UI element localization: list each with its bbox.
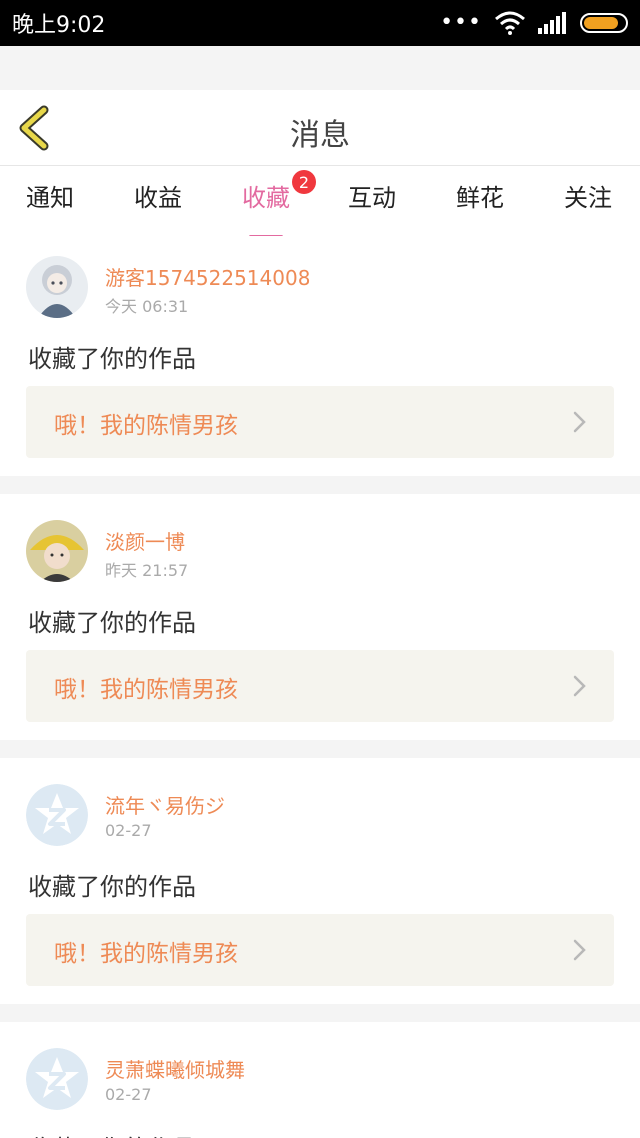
tab-label: 鲜花	[456, 184, 504, 212]
work-link[interactable]: 哦！我的陈情男孩	[26, 914, 614, 986]
tab-earnings[interactable]: 收益	[134, 178, 182, 222]
timestamp: 02-27	[105, 1085, 152, 1104]
action-text: 收藏了你的作品	[28, 1129, 196, 1138]
status-time: 晚上9:02	[12, 13, 106, 38]
work-title: 哦！我的陈情男孩	[54, 941, 238, 967]
timestamp: 02-27	[105, 821, 152, 840]
chevron-right-icon	[573, 675, 586, 697]
tab-follows[interactable]: 关注	[564, 178, 612, 222]
tab-label: 通知	[26, 184, 74, 212]
message-card: 灵萧蝶曦倾城舞 02-27 收藏了你的作品	[0, 1022, 640, 1138]
work-link[interactable]: 哦！我的陈情男孩	[26, 386, 614, 458]
battery-level	[584, 17, 618, 29]
tab-flowers[interactable]: 鲜花	[456, 178, 504, 222]
work-link[interactable]: 哦！我的陈情男孩	[26, 650, 614, 722]
message-card: 流年ヾ易伤ジ 02-27 收藏了你的作品 哦！我的陈情男孩	[0, 758, 640, 1004]
action-text: 收藏了你的作品	[28, 345, 196, 373]
tab-favorites[interactable]: 收藏 2	[242, 170, 316, 238]
message-card: 淡颜一博 昨天 21:57 收藏了你的作品 哦！我的陈情男孩	[0, 494, 640, 740]
status-icons: •••	[440, 11, 628, 35]
action-text: 收藏了你的作品	[28, 609, 196, 637]
tab-label: 收益	[134, 184, 182, 212]
wifi-icon	[495, 11, 525, 35]
tab-label: 关注	[564, 184, 612, 212]
avatar[interactable]	[26, 784, 88, 846]
username[interactable]: 淡颜一博	[105, 526, 185, 555]
signal-icon	[538, 12, 566, 34]
chevron-right-icon	[573, 939, 586, 961]
username[interactable]: 灵萧蝶曦倾城舞	[105, 1054, 245, 1083]
header: 消息	[0, 90, 640, 166]
photo-avatar-icon	[26, 520, 88, 582]
qzone-default-avatar-icon	[26, 784, 88, 846]
username[interactable]: 流年ヾ易伤ジ	[105, 790, 225, 819]
tab-label: 收藏	[242, 184, 290, 212]
tab-bar: 通知 收益 收藏 2 互动 鲜花 关注	[0, 166, 640, 238]
tab-label: 互动	[348, 184, 396, 212]
action-text: 收藏了你的作品	[28, 873, 196, 901]
qzone-default-avatar-icon	[26, 1048, 88, 1110]
timestamp: 昨天 21:57	[105, 561, 189, 580]
more-dots-icon: •••	[440, 10, 482, 35]
battery-icon	[580, 13, 628, 33]
unread-badge: 2	[292, 170, 316, 194]
avatar[interactable]	[26, 1048, 88, 1110]
tab-notifications[interactable]: 通知	[26, 178, 74, 222]
avatar[interactable]	[26, 256, 88, 318]
chevron-right-icon	[573, 411, 586, 433]
username[interactable]: 游客1574522514008	[105, 262, 310, 291]
page-title: 消息	[290, 118, 350, 153]
anime-girl-avatar-icon	[26, 256, 88, 318]
tab-interactions[interactable]: 互动	[348, 178, 396, 222]
status-bar: 晚上9:02 •••	[0, 0, 640, 46]
top-spacer	[0, 46, 640, 90]
avatar[interactable]	[26, 520, 88, 582]
work-title: 哦！我的陈情男孩	[54, 677, 238, 703]
message-card: 游客1574522514008 今天 06:31 收藏了你的作品 哦！我的陈情男…	[0, 236, 640, 476]
timestamp: 今天 06:31	[105, 297, 189, 316]
work-title: 哦！我的陈情男孩	[54, 413, 238, 439]
